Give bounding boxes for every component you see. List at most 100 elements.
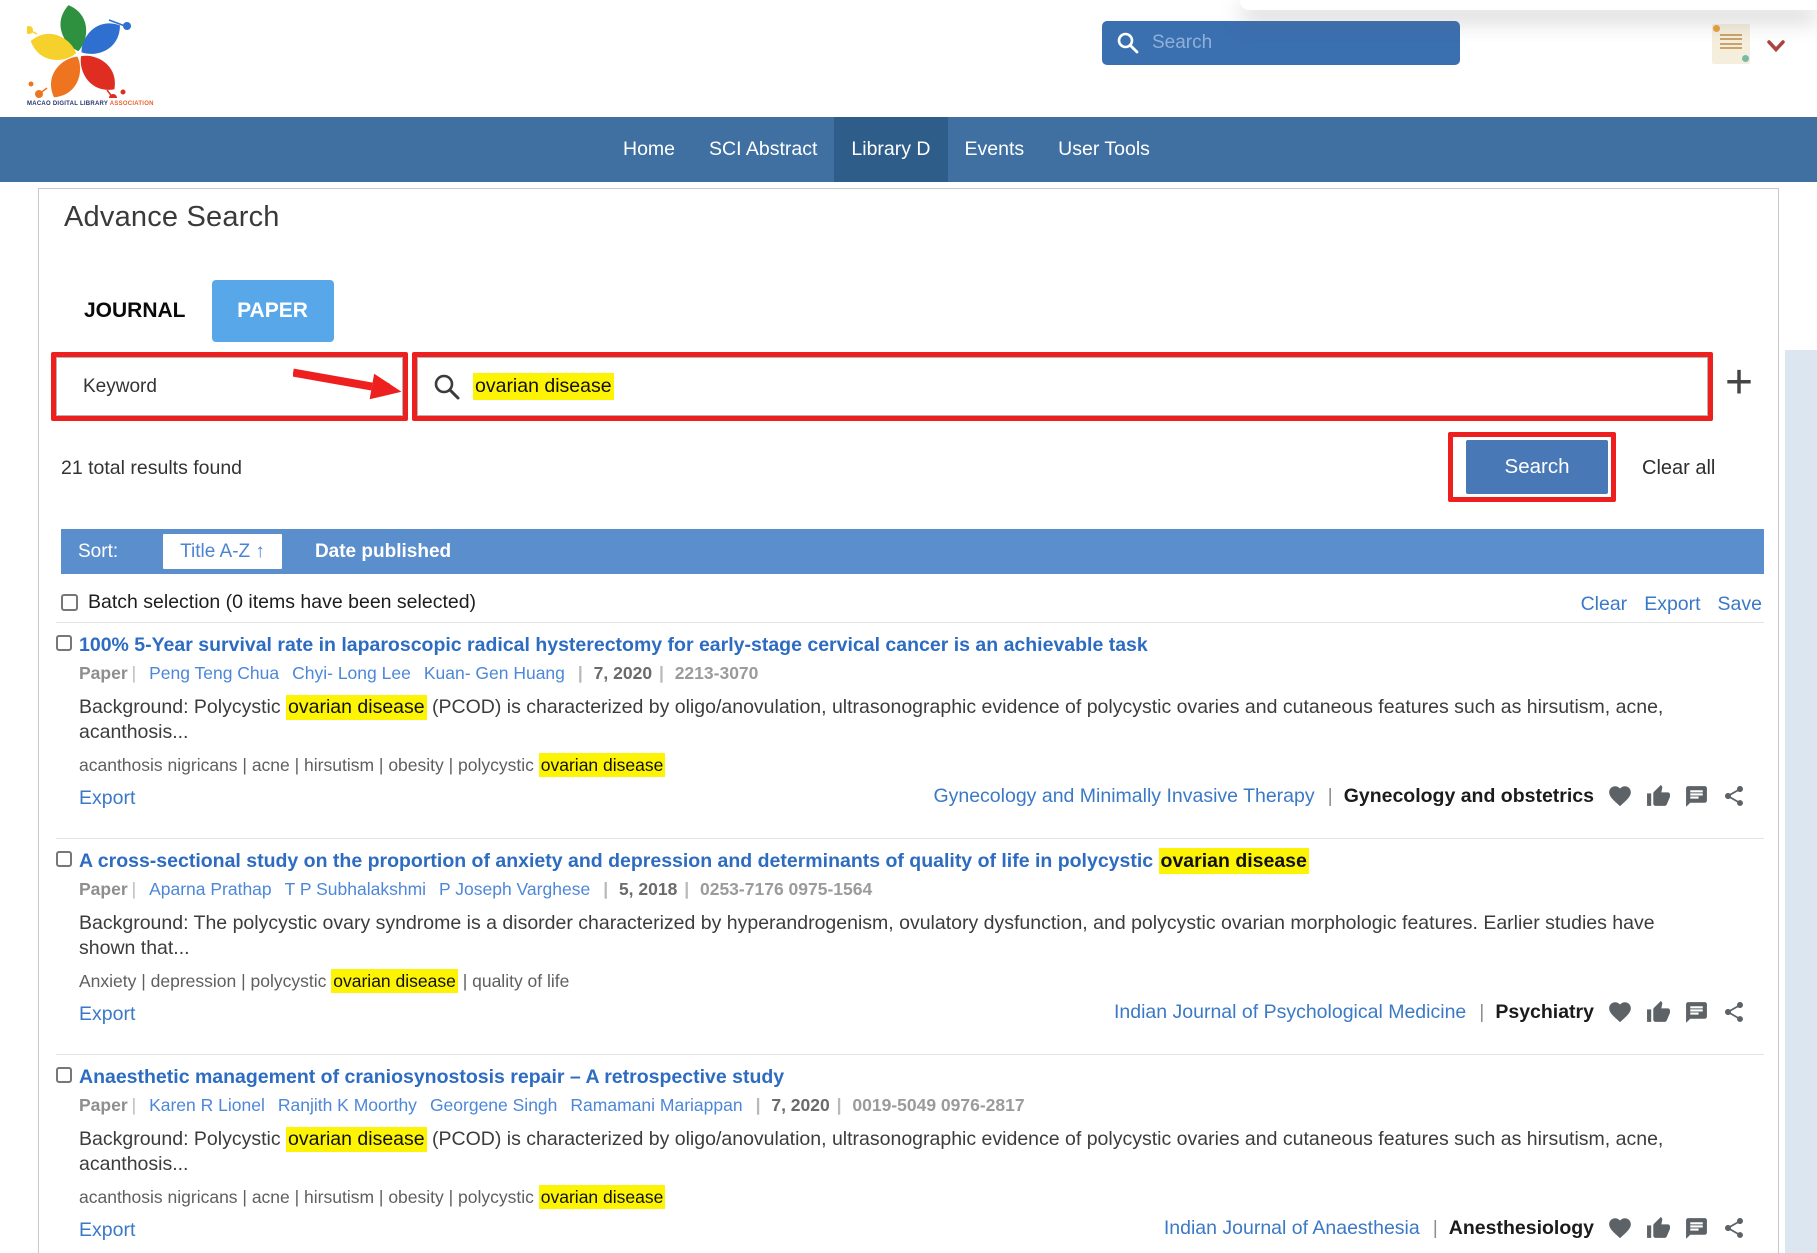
sort-label: Sort: bbox=[78, 541, 118, 563]
export-button[interactable]: Export bbox=[79, 787, 135, 809]
author-link[interactable]: Georgene Singh bbox=[430, 1095, 557, 1115]
result-meta: Paper Peng Teng Chua Chyi- Long Lee Kuan- G… bbox=[79, 661, 1764, 685]
batch-link-save[interactable]: Save bbox=[1718, 593, 1762, 616]
result-type: Paper bbox=[79, 879, 128, 899]
chevron-down-icon[interactable] bbox=[1767, 40, 1785, 53]
comment-icon[interactable] bbox=[1684, 784, 1709, 809]
logo-flower-icon bbox=[27, 4, 131, 98]
journal-link[interactable]: Indian Journal of Anaesthesia bbox=[1164, 1217, 1420, 1240]
search-icon bbox=[433, 373, 461, 401]
annotation-box-query: ovarian disease bbox=[412, 352, 1713, 421]
result-checkbox[interactable] bbox=[56, 1067, 72, 1083]
result-type: Paper bbox=[79, 1095, 128, 1115]
batch-link-clear[interactable]: Clear bbox=[1581, 593, 1628, 616]
thumbs-up-icon[interactable] bbox=[1646, 784, 1671, 809]
result-title-link[interactable]: 100% 5-Year survival rate in laparoscopi… bbox=[79, 633, 1644, 658]
author-link[interactable]: Kuan- Gen Huang bbox=[424, 663, 565, 683]
result-title-text: Anaesthetic management of craniosynostos… bbox=[79, 1066, 784, 1088]
sort-options: Title A-Z ↑ Date published bbox=[163, 529, 461, 574]
author-link[interactable]: P Joseph Varghese bbox=[439, 879, 590, 899]
result-meta: Paper Karen R Lionel Ranjith K Moorthy Geor… bbox=[79, 1093, 1764, 1117]
search-icon bbox=[1116, 31, 1140, 55]
result-footer: Export Indian Journal of Psychological M… bbox=[79, 1003, 1764, 1033]
heart-icon[interactable] bbox=[1607, 999, 1633, 1025]
batch-selection: Batch selection (0 items have been selec… bbox=[61, 591, 476, 614]
query-text: ovarian disease bbox=[473, 373, 614, 400]
result-checkbox[interactable] bbox=[56, 851, 72, 867]
export-button[interactable]: Export bbox=[79, 1219, 135, 1241]
query-input[interactable]: ovarian disease bbox=[417, 357, 1708, 416]
comment-icon[interactable] bbox=[1684, 1216, 1709, 1241]
batch-checkbox[interactable] bbox=[61, 594, 78, 611]
avatar[interactable] bbox=[1712, 24, 1750, 64]
author-link[interactable]: T P Subhalakshmi bbox=[285, 879, 426, 899]
batch-label: Batch selection (0 items have been selec… bbox=[88, 591, 476, 614]
export-button[interactable]: Export bbox=[79, 1003, 135, 1025]
nav-item-home[interactable]: Home bbox=[606, 117, 692, 182]
page-title: Advance Search bbox=[64, 201, 280, 234]
sort-option-date-published[interactable]: Date published bbox=[305, 529, 461, 574]
result-issn: 0019-5049 0976-2817 bbox=[837, 1095, 1025, 1115]
global-search bbox=[1102, 21, 1460, 65]
author-link[interactable]: Ramamani Mariappan bbox=[570, 1095, 742, 1115]
author-link[interactable]: Ranjith K Moorthy bbox=[278, 1095, 417, 1115]
result-footer-right: Indian Journal of Anaesthesia Anesthesio… bbox=[1164, 1215, 1746, 1241]
journal-link[interactable]: Indian Journal of Psychological Medicine bbox=[1114, 1001, 1466, 1024]
author-link[interactable]: Karen R Lionel bbox=[149, 1095, 265, 1115]
description-text: Background: Polycystic bbox=[79, 1128, 286, 1150]
tab-paper[interactable]: PAPER bbox=[212, 280, 334, 342]
result-description: Background: The polycystic ovary syndrom… bbox=[79, 911, 1669, 961]
category-label: Gynecology and obstetrics bbox=[1328, 785, 1594, 808]
author-link[interactable]: Chyi- Long Lee bbox=[292, 663, 411, 683]
authors: Peng Teng Chua Chyi- Long Lee Kuan- Gen Hu… bbox=[132, 663, 578, 683]
nav-item-sci-abstract[interactable]: SCI Abstract bbox=[692, 117, 834, 182]
result-item: A cross-sectional study on the proportio… bbox=[56, 839, 1764, 1055]
thumbs-up-icon[interactable] bbox=[1646, 1000, 1671, 1025]
scrollbar-strip[interactable] bbox=[1785, 350, 1817, 1253]
result-footer-right: Indian Journal of Psychological Medicine… bbox=[1114, 999, 1746, 1025]
page: MACAO DIGITAL LIBRARY ASSOCIATION HomeSC… bbox=[0, 0, 1817, 1253]
global-search-input[interactable] bbox=[1152, 32, 1450, 54]
journal-link[interactable]: Gynecology and Minimally Invasive Therap… bbox=[933, 785, 1314, 808]
description-highlight: ovarian disease bbox=[286, 695, 427, 720]
result-title-link[interactable]: Anaesthetic management of craniosynostos… bbox=[79, 1065, 1644, 1090]
site-logo[interactable]: MACAO DIGITAL LIBRARY ASSOCIATION bbox=[27, 4, 137, 107]
logo-text-accent: ASSOCIATION bbox=[110, 101, 154, 107]
heart-icon[interactable] bbox=[1607, 1215, 1633, 1241]
result-title-text: A cross-sectional study on the proportio… bbox=[79, 850, 1159, 872]
result-description: Background: Polycystic ovarian disease (… bbox=[79, 695, 1669, 745]
search-button[interactable]: Search bbox=[1466, 440, 1608, 494]
thumbs-up-icon[interactable] bbox=[1646, 1216, 1671, 1241]
top-header: MACAO DIGITAL LIBRARY ASSOCIATION bbox=[0, 0, 1817, 117]
result-type: Paper bbox=[79, 663, 128, 683]
field-type-value: Keyword bbox=[83, 376, 157, 398]
result-checkbox[interactable] bbox=[56, 635, 72, 651]
nav-item-user-tools[interactable]: User Tools bbox=[1041, 117, 1167, 182]
result-description: Background: Polycystic ovarian disease (… bbox=[79, 1127, 1669, 1177]
description-highlight: ovarian disease bbox=[286, 1127, 427, 1152]
share-icon[interactable] bbox=[1722, 1216, 1746, 1240]
tags-highlight: ovarian disease bbox=[331, 969, 458, 993]
author-link[interactable]: Aparna Prathap bbox=[149, 879, 272, 899]
batch-link-export[interactable]: Export bbox=[1644, 593, 1700, 616]
heart-icon[interactable] bbox=[1607, 783, 1633, 809]
sort-option-title-a-z[interactable]: Title A-Z ↑ bbox=[163, 534, 282, 569]
result-tags: Anxiety | depression | polycystic ovaria… bbox=[79, 971, 1764, 992]
nav-item-events[interactable]: Events bbox=[948, 117, 1042, 182]
result-footer-right: Gynecology and Minimally Invasive Therap… bbox=[933, 783, 1746, 809]
result-item: Anaesthetic management of craniosynostos… bbox=[56, 1055, 1764, 1253]
clear-all-button[interactable]: Clear all bbox=[1642, 457, 1715, 480]
tags-text: acanthosis nigricans | acne | hirsutism … bbox=[79, 1187, 539, 1207]
tab-journal[interactable]: JOURNAL bbox=[84, 299, 186, 323]
author-link[interactable]: Peng Teng Chua bbox=[149, 663, 279, 683]
share-icon[interactable] bbox=[1722, 1000, 1746, 1024]
main-nav: HomeSCI AbstractLibrary DEventsUser Tool… bbox=[0, 117, 1817, 182]
result-title-text: 100% 5-Year survival rate in laparoscopi… bbox=[79, 634, 1148, 656]
comment-icon[interactable] bbox=[1684, 1000, 1709, 1025]
share-icon[interactable] bbox=[1722, 784, 1746, 808]
browser-overlay bbox=[1240, 0, 1817, 10]
add-criteria-button[interactable]: + bbox=[1717, 351, 1761, 421]
result-date: 7, 2020 bbox=[756, 1095, 830, 1115]
nav-item-library-d[interactable]: Library D bbox=[834, 117, 947, 182]
result-title-link[interactable]: A cross-sectional study on the proportio… bbox=[79, 849, 1644, 874]
